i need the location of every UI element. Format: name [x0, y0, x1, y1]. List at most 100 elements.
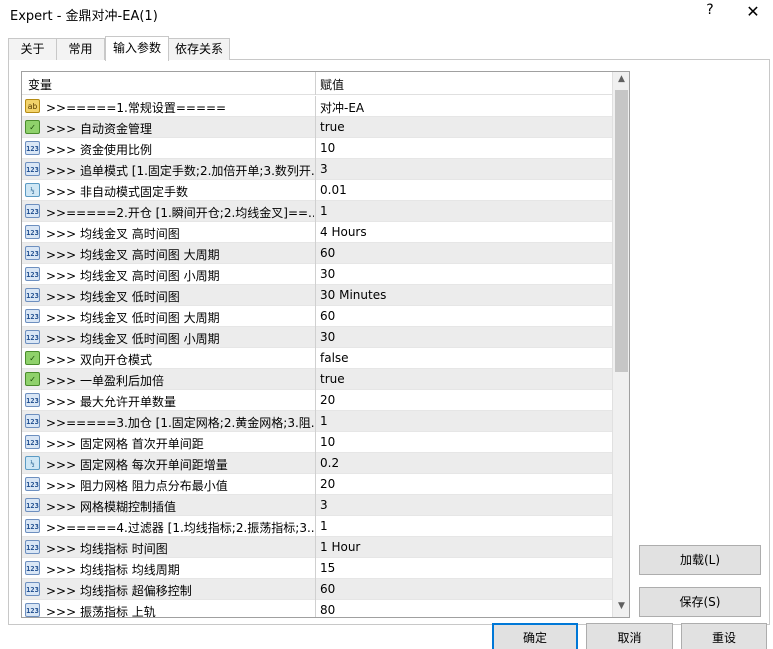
parameter-value[interactable]: 80 — [320, 603, 335, 617]
parameter-value[interactable]: 3 — [320, 162, 328, 176]
parameter-row[interactable]: ½ >>> 固定网格 每次开单间距增量 0.2 — [22, 453, 613, 474]
parameter-name: >>> 双向开仓模式 — [46, 353, 152, 367]
parameter-row[interactable]: ✓ >>> 双向开仓模式 false — [22, 348, 613, 369]
scroll-up-icon[interactable]: ▲ — [613, 74, 629, 88]
tab-dependencies[interactable]: 依存关系 — [168, 38, 230, 60]
parameter-value[interactable]: true — [320, 120, 345, 134]
cell-divider — [315, 222, 316, 243]
parameter-row[interactable]: 123 >>> 均线金叉 低时间图 大周期 60 — [22, 306, 613, 327]
parameter-value[interactable]: 对冲-EA — [320, 99, 364, 116]
parameter-row[interactable]: ½ >>> 非自动模式固定手数 0.01 — [22, 180, 613, 201]
tab-inputs[interactable]: 输入参数 — [105, 36, 169, 61]
integer-type-icon: 123 — [25, 288, 40, 302]
parameter-value[interactable]: 20 — [320, 477, 335, 491]
parameter-value[interactable]: 30 Minutes — [320, 288, 386, 302]
parameter-name: >>=====1.常规设置===== — [46, 101, 227, 115]
parameter-row[interactable]: 123 >>=====4.过滤器 [1.均线指标;2.振荡指标;3.... 1 — [22, 516, 613, 537]
parameter-name: >>> 均线金叉 高时间图 — [46, 227, 180, 241]
parameter-value[interactable]: 1 Hour — [320, 540, 360, 554]
parameter-name: >>> 自动资金管理 — [46, 122, 152, 136]
parameter-row[interactable]: ✓ >>> 自动资金管理 true — [22, 117, 613, 138]
parameter-name: >>> 均线金叉 低时间图 大周期 — [46, 311, 220, 325]
scrollbar-thumb[interactable] — [615, 90, 628, 372]
cell-divider — [315, 159, 316, 180]
parameter-name: >>> 非自动模式固定手数 — [46, 185, 188, 199]
column-divider[interactable] — [315, 72, 316, 95]
parameter-value[interactable]: 60 — [320, 246, 335, 260]
parameter-row[interactable]: 123 >>> 固定网格 首次开单间距 10 — [22, 432, 613, 453]
parameter-value[interactable]: 4 Hours — [320, 225, 367, 239]
integer-type-icon: 123 — [25, 498, 40, 512]
reset-button[interactable]: 重设 — [681, 623, 767, 649]
parameter-value[interactable]: 60 — [320, 309, 335, 323]
parameter-row[interactable]: 123 >>> 网格模糊控制插值 3 — [22, 495, 613, 516]
parameter-value[interactable]: 3 — [320, 498, 328, 512]
parameter-name: >>> 资金使用比例 — [46, 143, 152, 157]
string-type-icon: ab — [25, 99, 40, 113]
cancel-button[interactable]: 取消 — [586, 623, 673, 649]
cell-divider — [315, 537, 316, 558]
integer-type-icon: 123 — [25, 540, 40, 554]
parameter-row[interactable]: 123 >>> 振荡指标 上轨 80 — [22, 600, 613, 618]
integer-type-icon: 123 — [25, 561, 40, 575]
cell-divider — [315, 138, 316, 159]
parameter-value[interactable]: 30 — [320, 330, 335, 344]
cell-divider — [315, 558, 316, 579]
parameter-name: >>> 一单盈利后加倍 — [46, 374, 164, 388]
load-button[interactable]: 加载(L) — [639, 545, 761, 575]
help-icon[interactable]: ? — [703, 2, 717, 22]
parameter-value[interactable]: 10 — [320, 435, 335, 449]
column-header-value[interactable]: 赋值 — [320, 76, 344, 93]
parameter-row[interactable]: 123 >>> 阻力网格 阻力点分布最小值 20 — [22, 474, 613, 495]
parameter-row[interactable]: 123 >>> 均线金叉 低时间图 小周期 30 — [22, 327, 613, 348]
tab-common[interactable]: 常用 — [56, 38, 105, 60]
parameter-value[interactable]: 1 — [320, 204, 328, 218]
parameter-name: >>=====4.过滤器 [1.均线指标;2.振荡指标;3.... — [46, 521, 314, 535]
parameter-row[interactable]: 123 >>> 均线金叉 高时间图 4 Hours — [22, 222, 613, 243]
parameter-row[interactable]: 123 >>> 追单模式 [1.固定手数;2.加倍开单;3.数列开... 3 — [22, 159, 613, 180]
parameter-value[interactable]: 0.01 — [320, 183, 347, 197]
cell-divider — [315, 600, 316, 617]
integer-type-icon: 123 — [25, 246, 40, 260]
parameter-value[interactable]: 0.2 — [320, 456, 339, 470]
scroll-down-icon[interactable]: ▼ — [613, 601, 629, 615]
parameter-row[interactable]: 123 >>> 均线指标 时间图 1 Hour — [22, 537, 613, 558]
parameter-value[interactable]: 10 — [320, 141, 335, 155]
cell-divider — [315, 180, 316, 201]
column-header-variable[interactable]: 变量 — [28, 76, 52, 93]
cell-divider — [315, 201, 316, 222]
parameter-value[interactable]: 30 — [320, 267, 335, 281]
parameter-value[interactable]: false — [320, 351, 349, 365]
cell-divider — [315, 348, 316, 369]
parameter-row[interactable]: 123 >>> 均线金叉 高时间图 小周期 30 — [22, 264, 613, 285]
parameter-value[interactable]: 60 — [320, 582, 335, 596]
parameter-row[interactable]: ab >>=====1.常规设置===== 对冲-EA — [22, 96, 613, 117]
parameter-row[interactable]: 123 >>> 均线金叉 低时间图 30 Minutes — [22, 285, 613, 306]
parameter-row[interactable]: 123 >>> 均线指标 均线周期 15 — [22, 558, 613, 579]
title-bar: Expert - 金鼎对冲-EA(1) ? ✕ — [0, 0, 773, 28]
vertical-scrollbar[interactable]: ▲ ▼ — [612, 72, 629, 617]
window-title: Expert - 金鼎对冲-EA(1) — [10, 9, 158, 24]
ok-button[interactable]: 确定 — [492, 623, 578, 649]
parameter-row[interactable]: 123 >>> 均线金叉 高时间图 大周期 60 — [22, 243, 613, 264]
parameter-value[interactable]: true — [320, 372, 345, 386]
parameter-row[interactable]: 123 >>> 资金使用比例 10 — [22, 138, 613, 159]
integer-type-icon: 123 — [25, 204, 40, 218]
cell-divider — [315, 96, 316, 117]
parameter-value[interactable]: 20 — [320, 393, 335, 407]
parameter-name: >>> 振荡指标 上轨 — [46, 605, 156, 618]
tab-about[interactable]: 关于 — [8, 38, 57, 60]
parameter-row[interactable]: 123 >>=====3.加仓 [1.固定网格;2.黄金网格;3.阻... 1 — [22, 411, 613, 432]
save-button[interactable]: 保存(S) — [639, 587, 761, 617]
parameter-value[interactable]: 1 — [320, 519, 328, 533]
parameter-value[interactable]: 1 — [320, 414, 328, 428]
parameter-row[interactable]: ✓ >>> 一单盈利后加倍 true — [22, 369, 613, 390]
parameter-row[interactable]: 123 >>> 最大允许开单数量 20 — [22, 390, 613, 411]
integer-type-icon: 123 — [25, 477, 40, 491]
parameter-row[interactable]: 123 >>> 均线指标 超偏移控制 60 — [22, 579, 613, 600]
integer-type-icon: 123 — [25, 393, 40, 407]
cell-divider — [315, 453, 316, 474]
close-icon[interactable]: ✕ — [744, 2, 762, 22]
parameter-value[interactable]: 15 — [320, 561, 335, 575]
parameter-row[interactable]: 123 >>=====2.开仓 [1.瞬间开仓;2.均线金叉]==... 1 — [22, 201, 613, 222]
